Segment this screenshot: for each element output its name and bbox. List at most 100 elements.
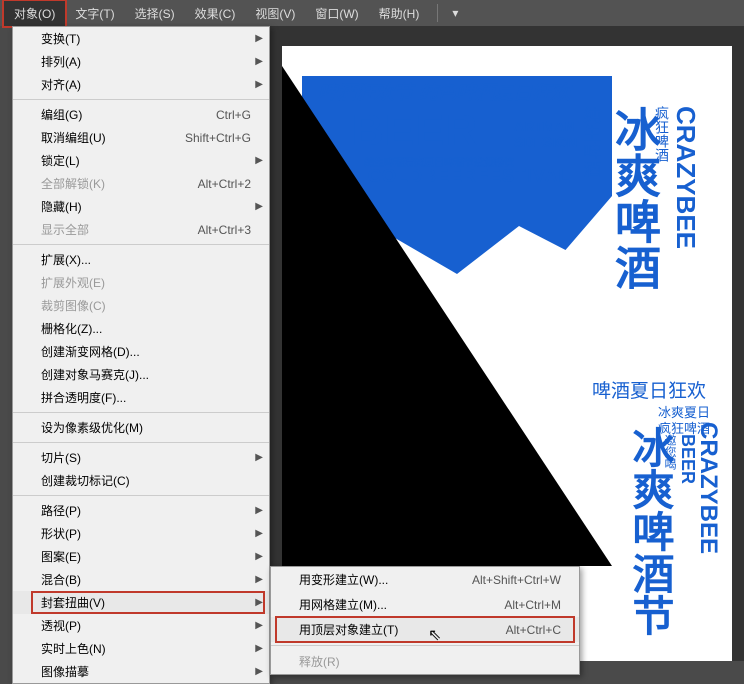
- submenu-arrow-icon: ▶: [255, 528, 263, 539]
- submenu-arrow-icon: ▶: [255, 155, 263, 166]
- menu-item-shortcut: Alt+Ctrl+2: [198, 177, 251, 191]
- menu-effect[interactable]: 效果(C): [185, 1, 246, 26]
- dropdown-item-29[interactable]: 透视(P)▶: [13, 614, 269, 637]
- dropdown-item-6[interactable]: 锁定(L) ▶: [13, 149, 269, 172]
- submenu-item-0[interactable]: 用变形建立(W)...Alt+Shift+Ctrl+W: [271, 567, 579, 592]
- dropdown-item-13: 裁剪图像(C): [13, 294, 269, 317]
- dropdown-item-2[interactable]: 对齐(A) ▶: [13, 73, 269, 96]
- dropdown-separator: [13, 442, 269, 443]
- dropdown-item-9: 显示全部Alt+Ctrl+3: [13, 218, 269, 241]
- menu-item-shortcut: Alt+Ctrl+3: [198, 223, 251, 237]
- submenu-arrow-icon: ▶: [255, 643, 263, 654]
- dropdown-item-21[interactable]: 切片(S)▶: [13, 446, 269, 469]
- submenu-arrow-icon: ▶: [255, 574, 263, 585]
- dropdown-item-15[interactable]: 创建渐变网格(D)...: [13, 340, 269, 363]
- menu-item-label: 扩展外观(E): [41, 274, 251, 291]
- dropdown-separator: [13, 99, 269, 100]
- chevron-down-icon: ▾: [452, 6, 458, 20]
- menu-item-label: 用网格建立(M)...: [299, 596, 504, 613]
- dropdown-item-30[interactable]: 实时上色(N) ▶: [13, 637, 269, 660]
- dropdown-item-24[interactable]: 路径(P) ▶: [13, 499, 269, 522]
- menu-item-label: 图案(E): [41, 548, 251, 565]
- art-title: 啤酒狂欢节 纯色啤酒夏日狂欢: [318, 78, 570, 105]
- menu-item-label: 创建裁切标记(C): [41, 472, 251, 489]
- menu-item-label: 锁定(L): [41, 152, 251, 169]
- submenu-arrow-icon: ▶: [255, 33, 263, 44]
- dropdown-item-28[interactable]: 封套扭曲(V) ▶: [13, 591, 269, 614]
- dropdown-item-12: 扩展外观(E): [13, 271, 269, 294]
- dropdown-separator: [13, 244, 269, 245]
- art-vert-side: 疯狂啤酒: [652, 106, 672, 162]
- menu-help[interactable]: 帮助(H): [369, 1, 430, 26]
- dropdown-item-5[interactable]: 取消编组(U)Shift+Ctrl+G: [13, 126, 269, 149]
- submenu-arrow-icon: ▶: [255, 551, 263, 562]
- menu-item-label: 路径(P): [41, 502, 251, 519]
- submenu-item-1[interactable]: 用网格建立(M)...Alt+Ctrl+M: [271, 592, 579, 617]
- menu-item-label: 拼合透明度(F)...: [41, 389, 251, 406]
- menu-item-label: 排列(A): [41, 53, 251, 70]
- submenu-separator: [271, 645, 579, 646]
- menu-item-label: 用顶层对象建立(T): [299, 621, 506, 638]
- dropdown-item-17[interactable]: 拼合透明度(F)...: [13, 386, 269, 409]
- menu-item-label: 形状(P): [41, 525, 251, 542]
- dropdown-item-16[interactable]: 创建对象马赛克(J)...: [13, 363, 269, 386]
- menu-item-label: 释放(R): [299, 653, 561, 670]
- menu-item-label: 混合(B): [41, 571, 251, 588]
- menu-type[interactable]: 文字(T): [65, 1, 124, 26]
- dropdown-item-4[interactable]: 编组(G)Ctrl+G: [13, 103, 269, 126]
- menu-item-label: 栅格化(Z)...: [41, 320, 251, 337]
- art-sub2: SDESIGN: [514, 134, 577, 150]
- dropdown-item-14[interactable]: 栅格化(Z)...: [13, 317, 269, 340]
- submenu-arrow-icon: ▶: [255, 201, 263, 212]
- art-btitle: 啤酒夏日狂欢: [592, 376, 706, 403]
- submenu-arrow-icon: ▶: [255, 597, 263, 608]
- art-vert-beer: 纯生啤酒: [578, 106, 604, 178]
- submenu-item-2[interactable]: 用顶层对象建立(T)Alt+Ctrl+C: [271, 617, 579, 642]
- art-crazy2: CRAZYBEE: [694, 422, 722, 554]
- dropdown-item-27[interactable]: 混合(B) ▶: [13, 568, 269, 591]
- dropdown-separator: [13, 495, 269, 496]
- menu-item-label: 设为像素级优化(M): [41, 419, 251, 436]
- dropdown-item-8[interactable]: 隐藏(H) ▶: [13, 195, 269, 218]
- dropdown-item-25[interactable]: 形状(P) ▶: [13, 522, 269, 545]
- menu-item-shortcut: Shift+Ctrl+G: [185, 131, 251, 145]
- menu-item-label: 创建渐变网格(D)...: [41, 343, 251, 360]
- dropdown-item-26[interactable]: 图案(E) ▶: [13, 545, 269, 568]
- envelope-distort-submenu: 用变形建立(W)...Alt+Shift+Ctrl+W用网格建立(M)...Al…: [270, 566, 580, 675]
- menu-item-label: 图像描摹: [41, 663, 251, 680]
- submenu-arrow-icon: ▶: [255, 666, 263, 677]
- menu-item-label: 封套扭曲(V): [41, 594, 251, 611]
- submenu-arrow-icon: ▶: [255, 56, 263, 67]
- dropdown-item-1[interactable]: 排列(A) ▶: [13, 50, 269, 73]
- submenu-arrow-icon: ▶: [255, 505, 263, 516]
- menu-item-label: 扩展(X)...: [41, 251, 251, 268]
- dropdown-item-22[interactable]: 创建裁切标记(C): [13, 469, 269, 492]
- menu-item-label: 全部解锁(K): [41, 175, 198, 192]
- menubar-tool-icon[interactable]: ▾: [446, 2, 464, 24]
- dropdown-item-19[interactable]: 设为像素级优化(M): [13, 416, 269, 439]
- menu-object[interactable]: 对象(O): [4, 1, 65, 26]
- art-bv2: BEER: [677, 434, 698, 484]
- menu-item-label: 对齐(A): [41, 76, 251, 93]
- menu-item-label: 变换(T): [41, 30, 251, 47]
- menu-item-label: 用变形建立(W)...: [299, 571, 472, 588]
- menu-item-label: 隐藏(H): [41, 198, 251, 215]
- menu-select[interactable]: 选择(S): [125, 1, 185, 26]
- dropdown-separator: [13, 412, 269, 413]
- menu-item-label: 切片(S): [41, 449, 251, 466]
- submenu-item-4: 释放(R): [271, 649, 579, 674]
- menu-item-label: 实时上色(N): [41, 640, 251, 657]
- art-crazy: CRAZYBEE: [670, 106, 701, 249]
- dropdown-item-31[interactable]: 图像描摹 ▶: [13, 660, 269, 683]
- submenu-arrow-icon: ▶: [255, 79, 263, 90]
- submenu-arrow-icon: ▶: [255, 620, 263, 631]
- menu-item-shortcut: Ctrl+G: [216, 108, 251, 122]
- art-sub1: ARTMAN: [514, 118, 575, 134]
- dropdown-item-0[interactable]: 变换(T) ▶: [13, 27, 269, 50]
- menu-window[interactable]: 窗口(W): [305, 1, 368, 26]
- menu-item-label: 编组(G): [41, 106, 216, 123]
- menu-item-shortcut: Alt+Shift+Ctrl+W: [472, 573, 561, 587]
- dropdown-item-7: 全部解锁(K)Alt+Ctrl+2: [13, 172, 269, 195]
- menu-view[interactable]: 视图(V): [245, 1, 305, 26]
- dropdown-item-11[interactable]: 扩展(X)...: [13, 248, 269, 271]
